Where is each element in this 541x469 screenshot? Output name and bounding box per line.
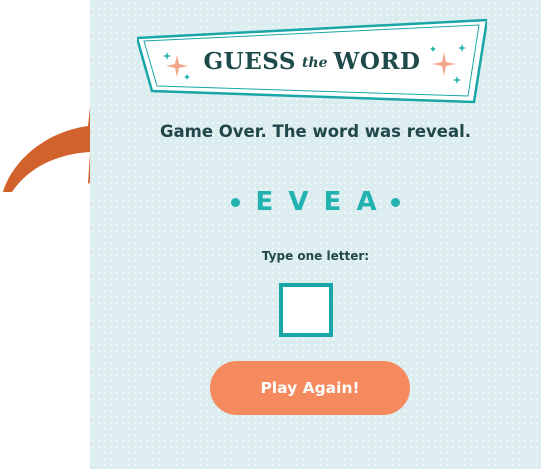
bullet-dot-icon (231, 197, 241, 207)
word-letter: A (356, 187, 377, 217)
title-guess: GUESS (203, 47, 296, 75)
title-the: the (301, 55, 328, 71)
title-banner: GUESS the WORD (137, 18, 487, 104)
bullet-dot-icon (390, 197, 400, 207)
play-again-button[interactable]: Play Again! (210, 361, 410, 415)
word-letter: E (323, 187, 342, 217)
letter-input-label: Type one letter: (261, 249, 370, 263)
title-word: WORD (333, 47, 421, 75)
word-letter: E (255, 187, 274, 217)
page-title: GUESS the WORD (137, 18, 487, 104)
revealed-word: E V E A (90, 187, 541, 217)
word-letter: V (288, 187, 309, 217)
game-status-message: Game Over. The word was reveal. (159, 122, 472, 141)
letter-input[interactable] (279, 283, 333, 337)
